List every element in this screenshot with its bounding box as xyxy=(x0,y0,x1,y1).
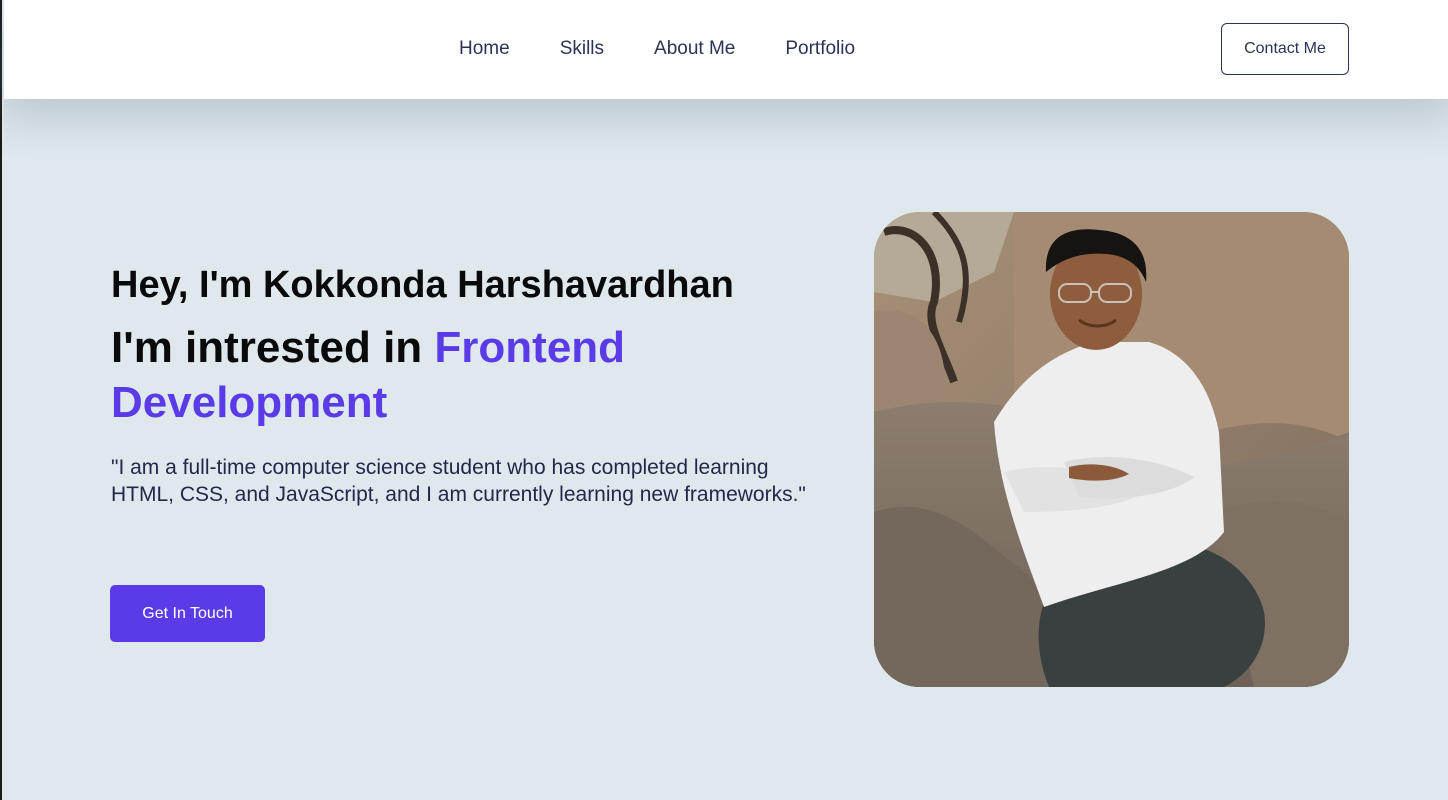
hero-section: Hey, I'm Kokkonda Harshavardhan I'm intr… xyxy=(4,99,1448,800)
headline-prefix: I'm intrested in xyxy=(111,323,435,372)
nav-link-home[interactable]: Home xyxy=(459,37,510,61)
nav-link-about-me[interactable]: About Me xyxy=(654,37,735,61)
nav-link-skills[interactable]: Skills xyxy=(560,37,604,61)
page-frame: Home Skills About Me Portfolio Contact M… xyxy=(0,0,1448,800)
profile-photo xyxy=(874,212,1349,687)
get-in-touch-button[interactable]: Get In Touch xyxy=(110,585,265,642)
contact-me-button[interactable]: Contact Me xyxy=(1221,23,1349,75)
hero-headline: I'm intrested in Frontend Development xyxy=(111,320,811,430)
profile-photo-illustration xyxy=(874,212,1349,687)
hero-greeting: Hey, I'm Kokkonda Harshavardhan xyxy=(111,264,734,306)
hero-bio: "I am a full-time computer science stude… xyxy=(111,456,806,506)
navbar: Home Skills About Me Portfolio Contact M… xyxy=(4,0,1448,99)
nav-links: Home Skills About Me Portfolio xyxy=(459,37,905,61)
nav-link-portfolio[interactable]: Portfolio xyxy=(785,37,855,61)
